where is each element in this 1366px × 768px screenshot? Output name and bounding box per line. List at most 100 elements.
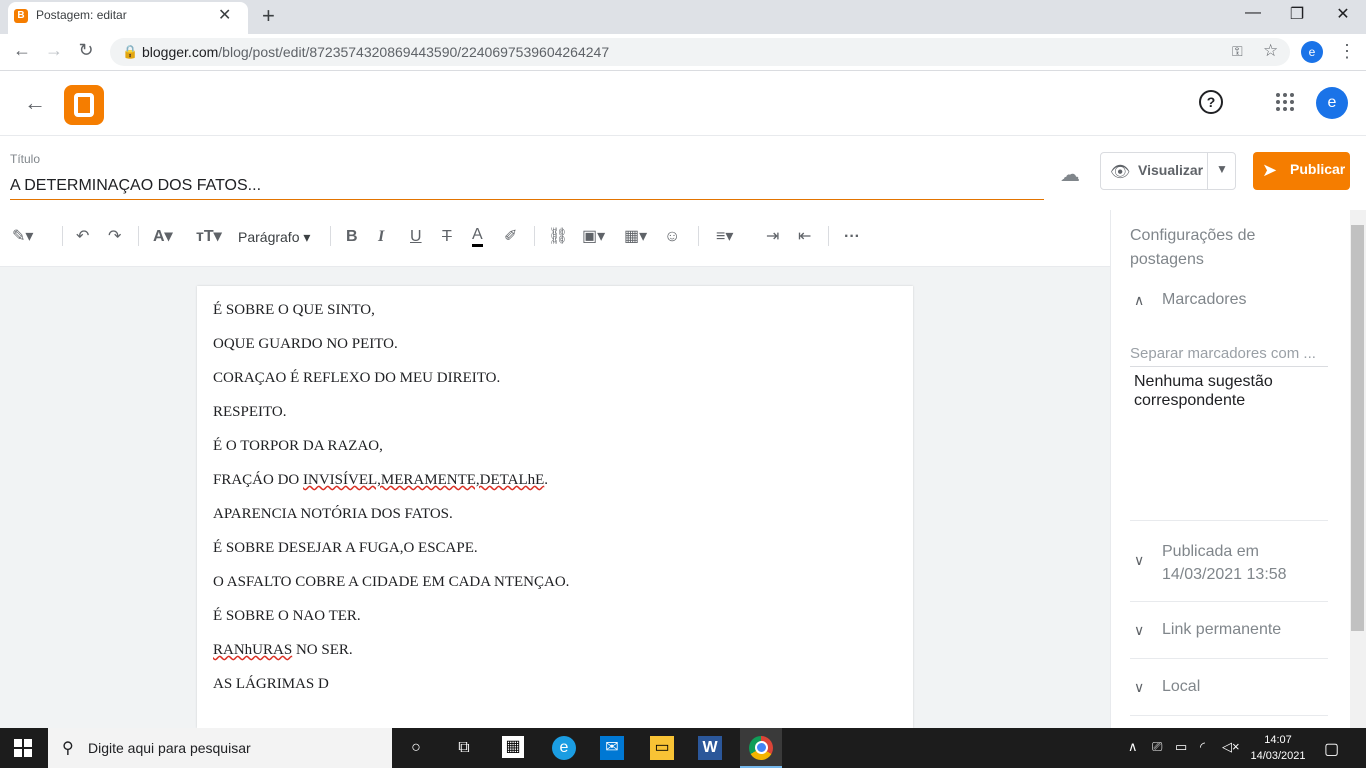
send-icon: ➤	[1262, 160, 1278, 180]
post-settings-panel	[1110, 210, 1351, 728]
blogger-favicon-icon: B	[14, 9, 28, 23]
help-icon[interactable]: ?	[1199, 90, 1223, 114]
link-icon[interactable]: ⛓	[548, 226, 568, 248]
reload-icon[interactable]: ↻	[74, 40, 98, 61]
cortana-icon[interactable]: ○	[404, 736, 428, 760]
restore-icon[interactable]: ❐	[1282, 4, 1312, 24]
body-line[interactable]: FRAÇÁO DO INVISÍVEL,MERAMENTE,DETALhE.	[213, 472, 548, 489]
volume-icon[interactable]: ◁×	[1222, 739, 1240, 755]
align-icon[interactable]: ≡▾	[716, 226, 733, 248]
task-view-icon[interactable]: ⧉	[452, 736, 476, 760]
clock-date: 14/03/2021	[1250, 750, 1306, 762]
toolbar-separator	[62, 226, 63, 246]
forward-icon[interactable]: →	[42, 40, 66, 61]
tray-chevron-icon[interactable]: ∧	[1128, 739, 1138, 755]
emoji-icon[interactable]: ☺	[664, 226, 680, 248]
tab-close-icon[interactable]: ✕	[218, 5, 231, 25]
blogger-logo-icon[interactable]	[64, 85, 104, 125]
search-icon: ⚲	[62, 740, 74, 757]
apps-grid-icon[interactable]	[1276, 93, 1294, 111]
new-tab-icon[interactable]: +	[262, 3, 275, 29]
published-section[interactable]: Publicada em 14/03/2021 13:58	[1162, 540, 1287, 586]
body-line[interactable]: APARENCIA NOTÓRIA DOS FATOS.	[213, 506, 453, 523]
body-line[interactable]: RANhURAS NO SER.	[213, 642, 353, 659]
indent-icon[interactable]: ⇥	[766, 226, 779, 248]
wifi-icon[interactable]: ◜	[1200, 739, 1205, 755]
word-icon[interactable]: W	[698, 736, 722, 760]
back-arrow-icon[interactable]: ←	[24, 90, 46, 116]
chevron-down-icon[interactable]: ∨	[1134, 622, 1144, 639]
browser-menu-icon[interactable]: ⋮	[1338, 41, 1356, 62]
post-title-input[interactable]: A DETERMINAÇAO DOS FATOS...	[10, 177, 261, 195]
key-icon[interactable]: ⚿	[1232, 43, 1243, 60]
more-options-icon[interactable]: ···	[844, 226, 860, 248]
strikethrough-icon[interactable]: T	[442, 226, 452, 248]
paragraph-dropdown[interactable]: Parágrafo ▾	[238, 226, 310, 248]
highlight-icon[interactable]: ✐	[504, 226, 517, 248]
window-close-icon[interactable]: ✕	[1328, 4, 1358, 24]
body-line[interactable]: O ASFALTO COBRE A CIDADE EM CADA NTENÇAO…	[213, 574, 569, 591]
body-line[interactable]: É SOBRE DESEJAR A FUGA,O ESCAPE.	[213, 540, 478, 557]
font-size-icon[interactable]: тT▾	[196, 226, 222, 248]
notifications-icon[interactable]: ▢	[1324, 739, 1339, 759]
body-line[interactable]: É SOBRE O NAO TER.	[213, 608, 361, 625]
misspelled-word[interactable]: RANhURAS	[213, 642, 292, 658]
file-explorer-icon[interactable]: ▭	[650, 736, 674, 760]
text-color-icon[interactable]: A	[472, 226, 483, 247]
chevron-down-icon[interactable]: ∨	[1134, 552, 1144, 569]
post-settings-title: Configurações de postagens	[1130, 227, 1256, 268]
toolbar-separator	[138, 226, 139, 246]
edge-icon[interactable]: e	[552, 736, 576, 760]
underline-icon[interactable]: U	[410, 226, 422, 248]
image-icon[interactable]: ▣▾	[582, 226, 605, 248]
panel-scrollbar-thumb[interactable]	[1351, 225, 1364, 631]
body-line[interactable]: É O TORPOR DA RAZAO,	[213, 438, 383, 455]
browser-profile-avatar[interactable]: e	[1301, 41, 1323, 63]
body-line[interactable]: AS LÁGRIMAS D	[213, 676, 329, 693]
body-text-segment: FRAÇÁO DO	[213, 472, 304, 488]
labels-input[interactable]: Separar marcadores com ...	[1130, 345, 1328, 362]
location-section[interactable]: Local	[1162, 678, 1200, 696]
outdent-icon[interactable]: ⇤	[798, 226, 811, 248]
url-path: /blog/post/edit/8723574320869443590/2240…	[218, 44, 610, 60]
misspelled-word[interactable]: INVISÍVEL,MERAMENTE,DETALhE	[303, 472, 544, 488]
windows-start-icon[interactable]	[14, 739, 32, 757]
chevron-up-icon[interactable]: ∧	[1134, 292, 1144, 309]
taskbar-search-placeholder: Digite aqui para pesquisar	[88, 740, 251, 756]
url-host: blogger.com	[142, 44, 219, 60]
permalink-section[interactable]: Link permanente	[1162, 621, 1281, 639]
body-line[interactable]: É SOBRE O QUE SINTO,	[213, 302, 375, 319]
battery-icon[interactable]: ▭	[1175, 739, 1187, 755]
italic-icon[interactable]: I	[378, 226, 384, 248]
divider	[1130, 601, 1328, 602]
compose-mode-icon[interactable]: ✎▾	[12, 226, 33, 248]
mail-icon[interactable]: ✉	[600, 736, 624, 760]
lock-icon[interactable]: 🔒	[122, 44, 138, 60]
url-text[interactable]: blogger.com/blog/post/edit/8723574320869…	[142, 44, 609, 60]
body-line[interactable]: RESPEITO.	[213, 404, 286, 421]
meet-now-icon[interactable]: ⎚	[1152, 739, 1162, 755]
minimize-icon[interactable]: —	[1238, 4, 1268, 22]
toolbar-separator	[534, 226, 535, 246]
preview-dropdown-icon[interactable]: ▼	[1216, 162, 1228, 176]
redo-icon[interactable]: ↷	[108, 226, 121, 248]
bookmark-star-icon[interactable]: ☆	[1263, 41, 1278, 61]
video-icon[interactable]: ▦▾	[624, 226, 647, 248]
toolbar-separator	[330, 226, 331, 246]
undo-icon[interactable]: ↶	[76, 226, 89, 248]
taskbar-clock[interactable]: 14:07 14/03/2021	[1250, 732, 1306, 764]
account-avatar[interactable]: e	[1316, 87, 1348, 119]
published-label: Publicada em	[1162, 543, 1259, 560]
body-line[interactable]: CORAÇAO É REFLEXO DO MEU DIREITO.	[213, 370, 500, 387]
back-icon[interactable]: ←	[10, 40, 34, 61]
divider	[1130, 715, 1328, 716]
body-line[interactable]: OQUE GUARDO NO PEITO.	[213, 336, 398, 353]
blogger-header	[0, 71, 1366, 136]
bold-icon[interactable]: B	[346, 226, 358, 248]
toolbar-separator	[698, 226, 699, 246]
chevron-down-icon[interactable]: ∨	[1134, 679, 1144, 696]
store-icon[interactable]: ▦	[502, 736, 524, 758]
labels-input-underline	[1130, 366, 1328, 367]
font-icon[interactable]: A▾	[153, 226, 173, 248]
labels-section-header[interactable]: Marcadores	[1162, 291, 1246, 309]
